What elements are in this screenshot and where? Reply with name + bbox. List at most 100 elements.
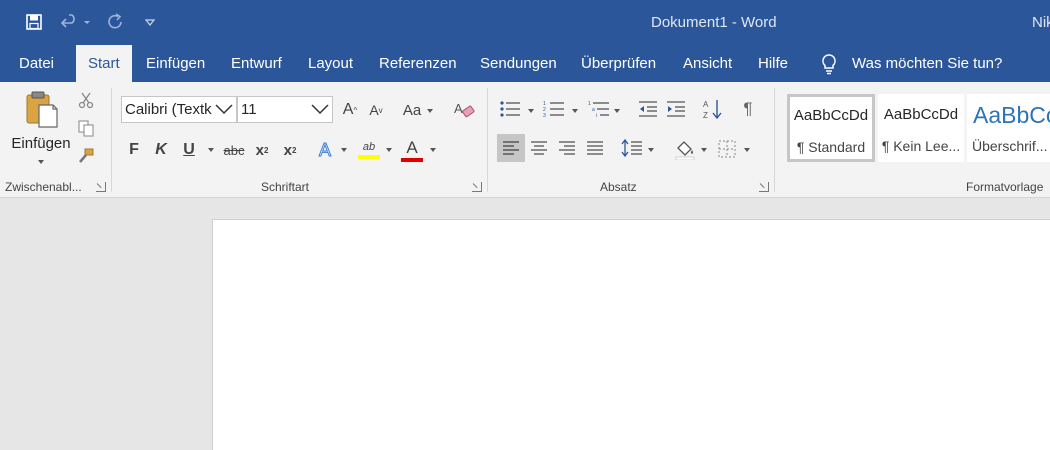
underline-label: U: [183, 141, 195, 158]
group-divider: [111, 88, 112, 192]
tab-referenzen[interactable]: Referenzen: [377, 45, 459, 82]
font-launcher-icon[interactable]: [472, 182, 482, 192]
tab-hilfe[interactable]: Hilfe: [756, 45, 790, 82]
paste-icon[interactable]: [20, 88, 62, 130]
subscript-button[interactable]: x2: [252, 139, 272, 161]
copy-icon[interactable]: [76, 118, 96, 138]
borders-dropdown-icon[interactable]: [744, 148, 750, 152]
bold-button[interactable]: F: [124, 139, 144, 161]
line-spacing-icon[interactable]: [620, 134, 644, 162]
clipboard-launcher-icon[interactable]: [96, 182, 106, 192]
group-divider: [774, 88, 775, 192]
svg-text:a: a: [592, 107, 595, 113]
highlight-dropdown-icon[interactable]: [386, 148, 392, 152]
bullets-dropdown-icon[interactable]: [528, 109, 534, 113]
italic-button[interactable]: K: [151, 139, 171, 161]
italic-label: K: [155, 141, 167, 158]
superscript-label: x: [283, 141, 292, 159]
document-title: Dokument1 - Word: [651, 14, 777, 31]
tab-layout[interactable]: Layout: [306, 45, 355, 82]
text-effects-icon[interactable]: A: [316, 138, 338, 162]
svg-text:1: 1: [588, 101, 591, 107]
font-color-label: A: [406, 138, 418, 157]
highlight-color-bar: [358, 155, 380, 159]
underline-button[interactable]: U: [179, 139, 199, 161]
change-case-label: Aa: [402, 101, 422, 119]
show-formatting-marks-icon[interactable]: ¶: [737, 97, 759, 121]
borders-icon[interactable]: [715, 136, 739, 162]
style-kein-leerraum[interactable]: AaBbCcDd ¶ Kein Lee...: [878, 94, 964, 162]
svg-text:Z: Z: [703, 111, 708, 120]
strikethrough-label: abc: [223, 142, 245, 158]
strikethrough-button[interactable]: abc: [221, 139, 247, 161]
undo-icon[interactable]: [58, 8, 92, 36]
svg-text:A: A: [703, 100, 709, 109]
font-color-button[interactable]: A: [399, 136, 425, 164]
decrease-indent-icon[interactable]: [637, 98, 659, 120]
font-name-combo[interactable]: Calibri (Textk: [121, 96, 237, 123]
redo-icon[interactable]: [104, 8, 128, 36]
customize-icon[interactable]: [140, 8, 160, 36]
paste-dropdown-icon[interactable]: [38, 160, 44, 164]
ribbon: Einfügen Zwischenabl... Calibri (Textk 1…: [0, 82, 1050, 198]
tab-entwurf[interactable]: Entwurf: [229, 45, 284, 82]
user-name[interactable]: Nik: [1032, 14, 1050, 31]
multilevel-list-icon[interactable]: 1ai: [587, 98, 611, 120]
underline-dropdown-icon[interactable]: [208, 148, 214, 152]
highlight-label: ab: [362, 141, 376, 153]
grow-font-icon[interactable]: A ^: [339, 99, 361, 121]
tab-sendungen[interactable]: Sendungen: [478, 45, 559, 82]
align-left-icon[interactable]: [497, 134, 525, 162]
text-effects-dropdown-icon[interactable]: [341, 148, 347, 152]
font-color-bar: [401, 158, 423, 162]
shading-icon[interactable]: [673, 136, 697, 162]
shading-dropdown-icon[interactable]: [701, 148, 707, 152]
sort-icon[interactable]: AZ: [701, 97, 725, 121]
format-painter-icon[interactable]: [76, 146, 96, 166]
svg-text:i: i: [596, 113, 597, 118]
superscript-button[interactable]: x2: [280, 139, 300, 161]
style-ueberschrift[interactable]: AaBbCc Überschrif...: [967, 94, 1050, 162]
justify-icon[interactable]: [582, 134, 608, 162]
style-preview: AaBbCc: [973, 102, 1050, 128]
document-page[interactable]: [212, 219, 1050, 450]
style-preview: AaBbCcDd: [793, 107, 869, 124]
cut-icon[interactable]: [76, 90, 96, 110]
style-preview: AaBbCcDd: [883, 106, 959, 123]
align-center-icon[interactable]: [526, 134, 552, 162]
bullets-icon[interactable]: [498, 98, 522, 120]
numbering-icon[interactable]: 123: [542, 98, 566, 120]
tab-ansicht[interactable]: Ansicht: [681, 45, 734, 82]
group-label-paragraph: Absatz: [600, 180, 637, 194]
highlight-button[interactable]: ab: [356, 137, 382, 163]
line-spacing-dropdown-icon[interactable]: [648, 148, 654, 152]
ribbon-tab-bar: Datei Start Einfügen Entwurf Layout Refe…: [0, 45, 1050, 82]
save-icon[interactable]: [22, 8, 46, 36]
tab-einfuegen[interactable]: Einfügen: [144, 45, 207, 82]
tab-datei[interactable]: Datei: [17, 45, 56, 82]
group-label-clipboard: Zwischenabl...: [5, 180, 82, 194]
paste-button[interactable]: Einfügen: [10, 132, 72, 154]
clear-formatting-icon[interactable]: A: [452, 98, 476, 122]
multilevel-list-dropdown-icon[interactable]: [614, 109, 620, 113]
change-case-button[interactable]: Aa: [398, 99, 426, 121]
shrink-font-icon[interactable]: Av: [365, 99, 387, 121]
svg-text:A: A: [454, 101, 463, 116]
paragraph-launcher-icon[interactable]: [759, 182, 769, 192]
increase-indent-icon[interactable]: [665, 98, 687, 120]
change-case-dropdown-icon[interactable]: [427, 109, 433, 113]
font-name-value: Calibri (Textk: [125, 101, 212, 118]
chevron-down-icon: [311, 104, 329, 115]
font-size-combo[interactable]: 11: [237, 96, 333, 123]
tab-start[interactable]: Start: [76, 45, 132, 82]
tell-me-box[interactable]: Was möchten Sie tun?: [820, 45, 1002, 82]
numbering-dropdown-icon[interactable]: [572, 109, 578, 113]
align-right-icon[interactable]: [554, 134, 580, 162]
lightbulb-icon: [822, 53, 836, 74]
font-color-dropdown-icon[interactable]: [430, 148, 436, 152]
style-standard[interactable]: AaBbCcDd ¶ Standard: [787, 94, 875, 162]
subscript-label: x: [255, 141, 264, 159]
tab-ueberpruefen[interactable]: Überprüfen: [579, 45, 658, 82]
svg-text:A: A: [319, 140, 331, 160]
group-divider: [487, 88, 488, 192]
